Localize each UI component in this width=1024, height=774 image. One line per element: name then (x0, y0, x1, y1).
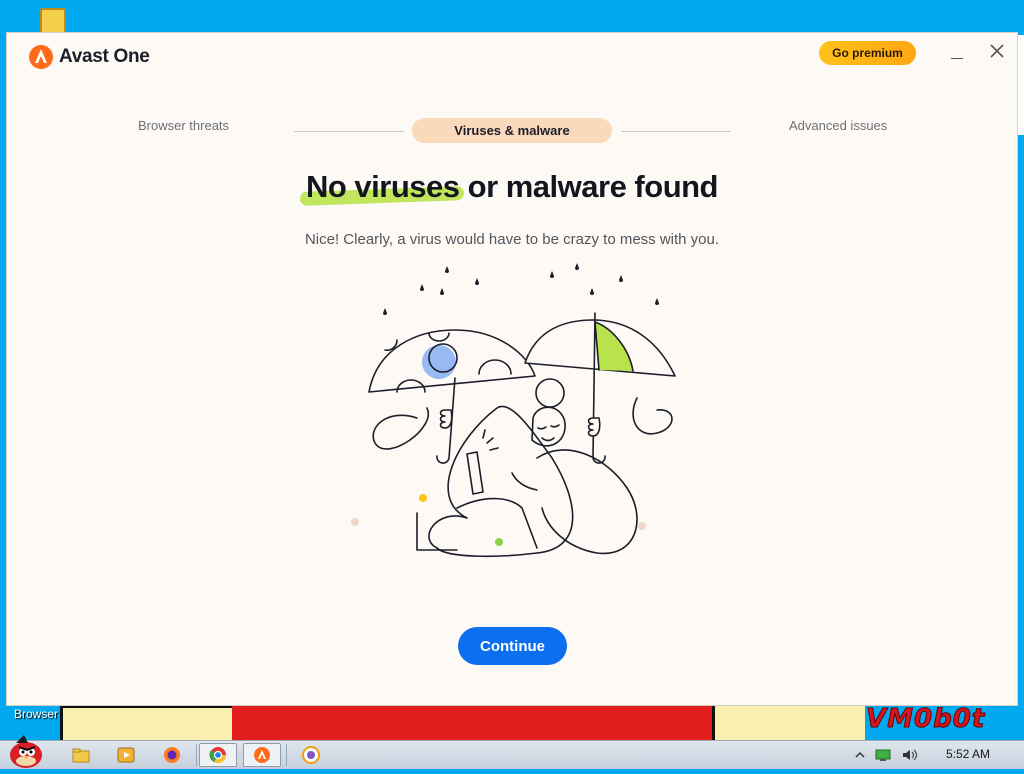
app-brand: Avast One (29, 45, 150, 69)
continue-button[interactable]: Continue (458, 627, 567, 665)
close-button[interactable] (987, 43, 1007, 63)
avast-logo-icon (29, 45, 53, 69)
result-title-rest: or malware found (459, 169, 719, 204)
taskbar-clock[interactable]: 5:52 AM (946, 747, 990, 761)
taskbar-avast[interactable] (243, 743, 281, 767)
desktop-art (232, 703, 712, 740)
taskbar-firefox[interactable] (153, 743, 191, 767)
network-icon[interactable] (875, 748, 891, 762)
desktop-art (60, 705, 241, 740)
step-advanced-issues: Advanced issues (789, 118, 888, 133)
media-player-icon (117, 747, 135, 763)
result-title: No viruses or malware found (7, 169, 1017, 205)
taskbar: 5:52 AM (0, 735, 1024, 769)
taskbar-browser[interactable] (292, 743, 330, 767)
tray-expand-icon[interactable] (855, 750, 865, 760)
taskbar-separator (286, 744, 287, 766)
taskbar-chrome[interactable] (199, 743, 237, 767)
taskbar-media-player[interactable] (107, 743, 145, 767)
desktop-art (712, 700, 865, 740)
app-name: Avast One (59, 46, 150, 67)
desktop-shortcut-icon[interactable] (40, 8, 66, 34)
go-premium-button[interactable]: Go premium (819, 41, 916, 65)
volume-icon[interactable] (901, 748, 917, 762)
browser-icon (302, 746, 320, 764)
minimize-button[interactable] (949, 43, 965, 63)
angry-bird-start-icon (10, 735, 42, 768)
raindrops (383, 263, 659, 315)
result-subtitle: Nice! Clearly, a virus would have to be … (304, 231, 720, 248)
umbrella-person-illustration (351, 263, 676, 558)
system-tray (855, 743, 917, 767)
close-icon (990, 44, 1004, 58)
folder-icon (72, 748, 90, 763)
start-button[interactable] (4, 733, 46, 769)
result-title-highlight: No viruses (306, 169, 460, 204)
avast-window: Avast One Go premium Browser threats Vir… (7, 33, 1017, 705)
firefox-icon (164, 747, 180, 763)
step-browser-threats: Browser threats (138, 118, 230, 133)
chrome-icon (209, 747, 227, 764)
step-connector (294, 131, 404, 132)
taskbar-separator (196, 744, 197, 766)
desktop-watermark: VM0b0t (865, 704, 986, 735)
step-connector (621, 131, 731, 132)
desktop-shortcut-label[interactable]: Browser (14, 707, 58, 721)
step-viruses-malware: Viruses & malware (412, 118, 612, 143)
desktop-art (1016, 35, 1024, 135)
taskbar-folder[interactable] (62, 743, 100, 767)
avast-icon (254, 747, 270, 763)
